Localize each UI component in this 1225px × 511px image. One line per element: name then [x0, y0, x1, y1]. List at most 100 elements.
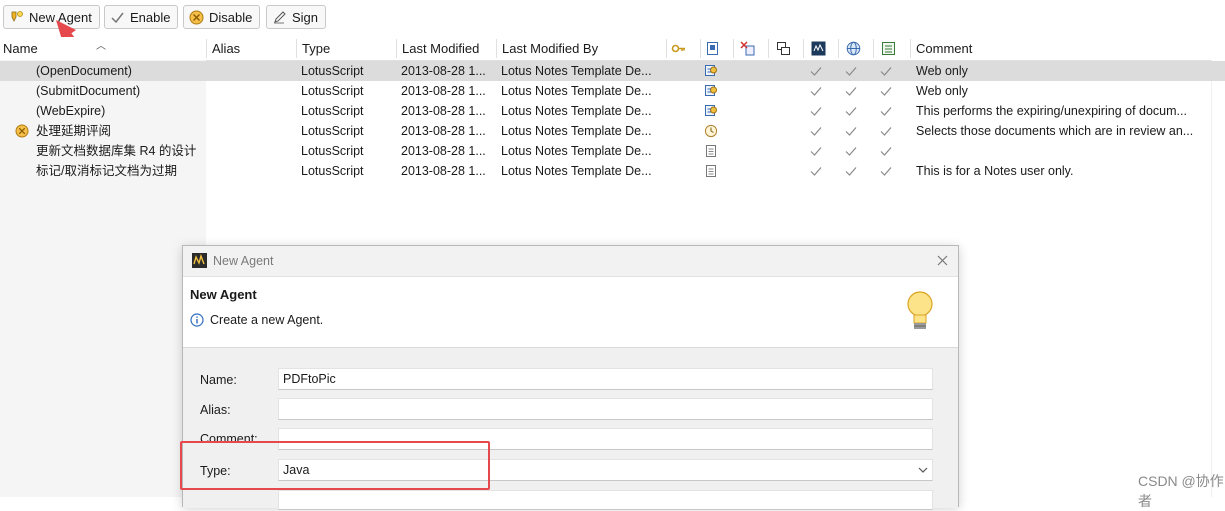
agent-last-modified-by: Lotus Notes Template De... [501, 64, 652, 78]
agent-comment: Selects those documents which are in rev… [916, 124, 1194, 138]
agent-name: 标记/取消标记文档为过期 [36, 164, 177, 178]
sort-ascending-icon: ︿ [96, 41, 106, 52]
trigger-document-icon[interactable] [705, 41, 720, 56]
document-icon [706, 145, 716, 157]
agent-comment: Web only [916, 84, 968, 98]
document-icon [706, 165, 716, 177]
checkmark-icon [845, 167, 857, 176]
enable-button[interactable]: Enable [104, 5, 179, 29]
web-agent-icon [705, 85, 717, 96]
dialog-heading: New Agent [190, 287, 257, 302]
web-agent-icon [705, 105, 717, 116]
disable-label: Disable [209, 9, 253, 25]
table-row[interactable]: (OpenDocument) LotusScript 2013-08-28 1...… [0, 61, 1225, 81]
agent-last-modified-by: Lotus Notes Template De... [501, 144, 652, 158]
dialog-header: New Agent Create a new Agent. [183, 277, 958, 348]
agent-comment [916, 141, 1208, 161]
column-header-last-modified-by[interactable]: Last Modified By [499, 37, 665, 60]
agent-last-modified: 2013-08-28 1... [401, 84, 486, 98]
checkmark-icon [880, 167, 892, 176]
checkmark-icon [880, 147, 892, 156]
dialog-titlebar: New Agent [183, 246, 958, 277]
web-globe-icon[interactable] [846, 41, 861, 56]
name-label: Name: [200, 373, 237, 387]
toolbar: New Agent Enable Disable Sign [0, 0, 1225, 36]
table-row[interactable]: (WebExpire) LotusScript 2013-08-28 1... Lot… [0, 101, 1225, 121]
column-header-comment[interactable]: Comment [913, 37, 1203, 60]
checkmark-icon [810, 87, 822, 96]
pen-icon [272, 10, 287, 25]
checkmark-icon [810, 127, 822, 136]
checkmark-icon [880, 107, 892, 116]
enable-label: Enable [130, 9, 171, 25]
notes-app-icon [192, 253, 207, 268]
checkmark-icon [110, 10, 125, 25]
agent-type: LotusScript [301, 104, 364, 118]
checkmark-icon [880, 127, 892, 136]
checkmark-icon [880, 87, 892, 96]
checkmark-icon [810, 107, 822, 116]
next-field[interactable] [278, 490, 933, 510]
name-field[interactable]: PDFtoPic [278, 368, 933, 390]
lightbulb-icon [907, 291, 933, 329]
info-icon [190, 313, 204, 327]
column-header-alias[interactable]: Alias [209, 37, 295, 60]
agent-last-modified-by: Lotus Notes Template De... [501, 124, 652, 138]
checkmark-icon [845, 147, 857, 156]
agent-last-modified-by: Lotus Notes Template De... [501, 164, 652, 178]
watermark: CSDN @协作者 [1138, 473, 1224, 509]
checkmark-icon [880, 67, 892, 76]
notes-client-icon[interactable] [811, 41, 826, 56]
restriction-icon[interactable] [740, 41, 755, 56]
clock-icon [704, 124, 718, 138]
checkmark-icon [810, 67, 822, 76]
agent-last-modified: 2013-08-28 1... [401, 64, 486, 78]
windows-icon[interactable] [776, 41, 791, 56]
sign-label: Sign [292, 9, 319, 25]
agent-comment: Web only [916, 64, 968, 78]
disable-icon [189, 10, 204, 25]
column-header-last-modified[interactable]: Last Modified [399, 37, 495, 60]
close-icon[interactable] [936, 254, 949, 267]
chevron-down-icon [918, 467, 928, 473]
agent-last-modified: 2013-08-28 1... [401, 144, 486, 158]
disabled-agent-icon [15, 124, 29, 138]
annotation-highlight-box [180, 441, 490, 490]
agent-name: 更新文档数据库集 R4 的设计 [36, 144, 197, 158]
agent-type: LotusScript [301, 84, 364, 98]
checkmark-icon [845, 87, 857, 96]
agent-type: LotusScript [301, 164, 364, 178]
agent-last-modified-by: Lotus Notes Template De... [501, 104, 652, 118]
agent-table-header: Name ︿ Alias Type Last Modified Last Mod… [0, 37, 1225, 61]
alias-field[interactable] [278, 398, 933, 420]
sign-button[interactable]: Sign [266, 5, 327, 29]
agent-name: (OpenDocument) [36, 64, 132, 78]
alias-label: Alias: [200, 403, 231, 417]
agent-name: 处理延期评阅 [36, 124, 112, 138]
agent-last-modified-by: Lotus Notes Template De... [501, 84, 652, 98]
agent-type: LotusScript [301, 64, 364, 78]
dialog-subtitle: Create a new Agent. [210, 313, 324, 327]
agent-name: (SubmitDocument) [36, 84, 141, 98]
table-row[interactable]: 处理延期评阅 LotusScript 2013-08-28 1... Lotus No… [0, 121, 1225, 141]
agent-last-modified: 2013-08-28 1... [401, 164, 486, 178]
table-row[interactable]: 更新文档数据库集 R4 的设计 LotusScript 2013-08-28 1..… [0, 141, 1225, 161]
agent-name: (WebExpire) [36, 104, 106, 118]
agent-type: LotusScript [301, 124, 364, 138]
key-icon[interactable] [671, 41, 686, 56]
web-agent-icon [705, 65, 717, 76]
table-row[interactable]: (SubmitDocument) LotusScript 2013-08-28 1.… [0, 81, 1225, 101]
checkmark-icon [810, 147, 822, 156]
agent-last-modified: 2013-08-28 1... [401, 104, 486, 118]
checkmark-icon [845, 127, 857, 136]
column-header-type[interactable]: Type [299, 37, 395, 60]
agent-last-modified: 2013-08-28 1... [401, 124, 486, 138]
agent-comment: This is for a Notes user only. [916, 164, 1074, 178]
checkmark-icon [810, 167, 822, 176]
agent-comment: This performs the expiring/unexpiring of… [916, 104, 1187, 118]
mobile-sheet-icon[interactable] [881, 41, 896, 56]
checkmark-icon [845, 67, 857, 76]
table-row[interactable]: 标记/取消标记文档为过期 LotusScript 2013-08-28 1... Lo… [0, 161, 1225, 181]
new-agent-icon [9, 10, 24, 25]
disable-button[interactable]: Disable [183, 5, 261, 29]
